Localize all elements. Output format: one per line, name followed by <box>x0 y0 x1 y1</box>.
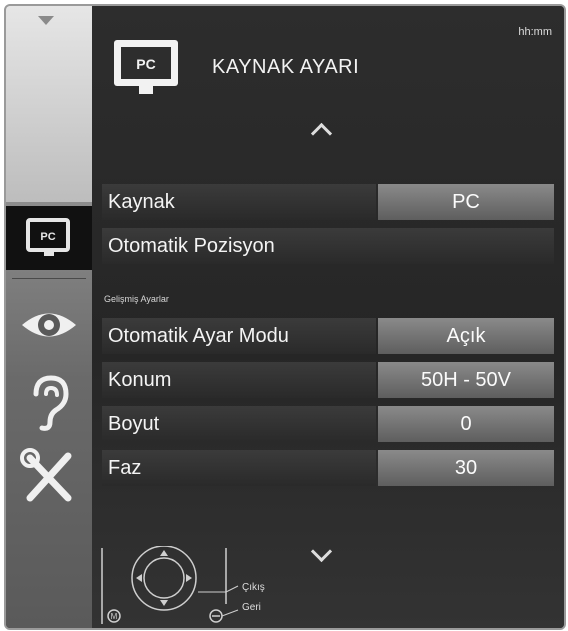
sidebar: PC <box>6 6 92 628</box>
main-panel: hh:mm PC KAYNAK AYARI Kaynak PC Otomatik… <box>92 6 564 628</box>
tv-menu-frame: PC hh:mm PC KAYNAK AYARI Kaynak PC Otoma… <box>4 4 566 630</box>
row-label: Faz <box>102 450 376 486</box>
svg-text:PC: PC <box>40 231 55 243</box>
row-value[interactable]: 30 <box>378 450 554 486</box>
menu-row-konum[interactable]: Konum 50H - 50V <box>102 362 554 398</box>
scroll-up-icon[interactable] <box>310 122 333 145</box>
row-value[interactable]: 0 <box>378 406 554 442</box>
menu-row-kaynak[interactable]: Kaynak PC <box>102 184 554 220</box>
scroll-down-icon[interactable] <box>310 540 333 563</box>
menu-row-otomatik-pozisyon[interactable]: Otomatik Pozisyon <box>102 228 554 264</box>
row-label: Konum <box>102 362 376 398</box>
sidebar-top-area <box>6 6 92 202</box>
menu-row-boyut[interactable]: Boyut 0 <box>102 406 554 442</box>
exit-label: Çıkış <box>242 582 265 593</box>
remote-help: M Çıkış Geri <box>98 545 288 628</box>
section-title: Gelişmiş Ayarlar <box>104 294 169 304</box>
svg-text:PC: PC <box>136 56 155 72</box>
row-value[interactable]: PC <box>378 184 554 220</box>
sidebar-item-settings[interactable] <box>6 442 92 512</box>
ear-icon <box>33 375 69 431</box>
row-label: Otomatik Pozisyon <box>102 228 554 264</box>
row-value[interactable]: 50H - 50V <box>378 362 554 398</box>
eye-icon <box>22 313 76 337</box>
page-title: KAYNAK AYARI <box>212 56 360 78</box>
menu-row-otomatik-ayar-modu[interactable]: Otomatik Ayar Modu Açık <box>102 318 554 354</box>
menu-row-faz[interactable]: Faz 30 <box>102 450 554 486</box>
pc-icon: PC <box>114 40 178 94</box>
back-label: Geri <box>242 602 261 613</box>
sidebar-item-sound[interactable] <box>6 366 92 436</box>
tools-icon <box>20 448 72 502</box>
clock: hh:mm <box>518 26 552 38</box>
pc-icon: PC <box>26 218 70 256</box>
row-label: Boyut <box>102 406 376 442</box>
scroll-up-icon[interactable] <box>38 16 54 25</box>
svg-text:M: M <box>111 612 118 621</box>
sidebar-item-picture[interactable] <box>6 290 92 360</box>
sidebar-item-pc[interactable]: PC <box>6 206 92 270</box>
row-label: Kaynak <box>102 184 376 220</box>
divider <box>12 278 86 279</box>
row-label: Otomatik Ayar Modu <box>102 318 376 354</box>
row-value[interactable]: Açık <box>378 318 554 354</box>
